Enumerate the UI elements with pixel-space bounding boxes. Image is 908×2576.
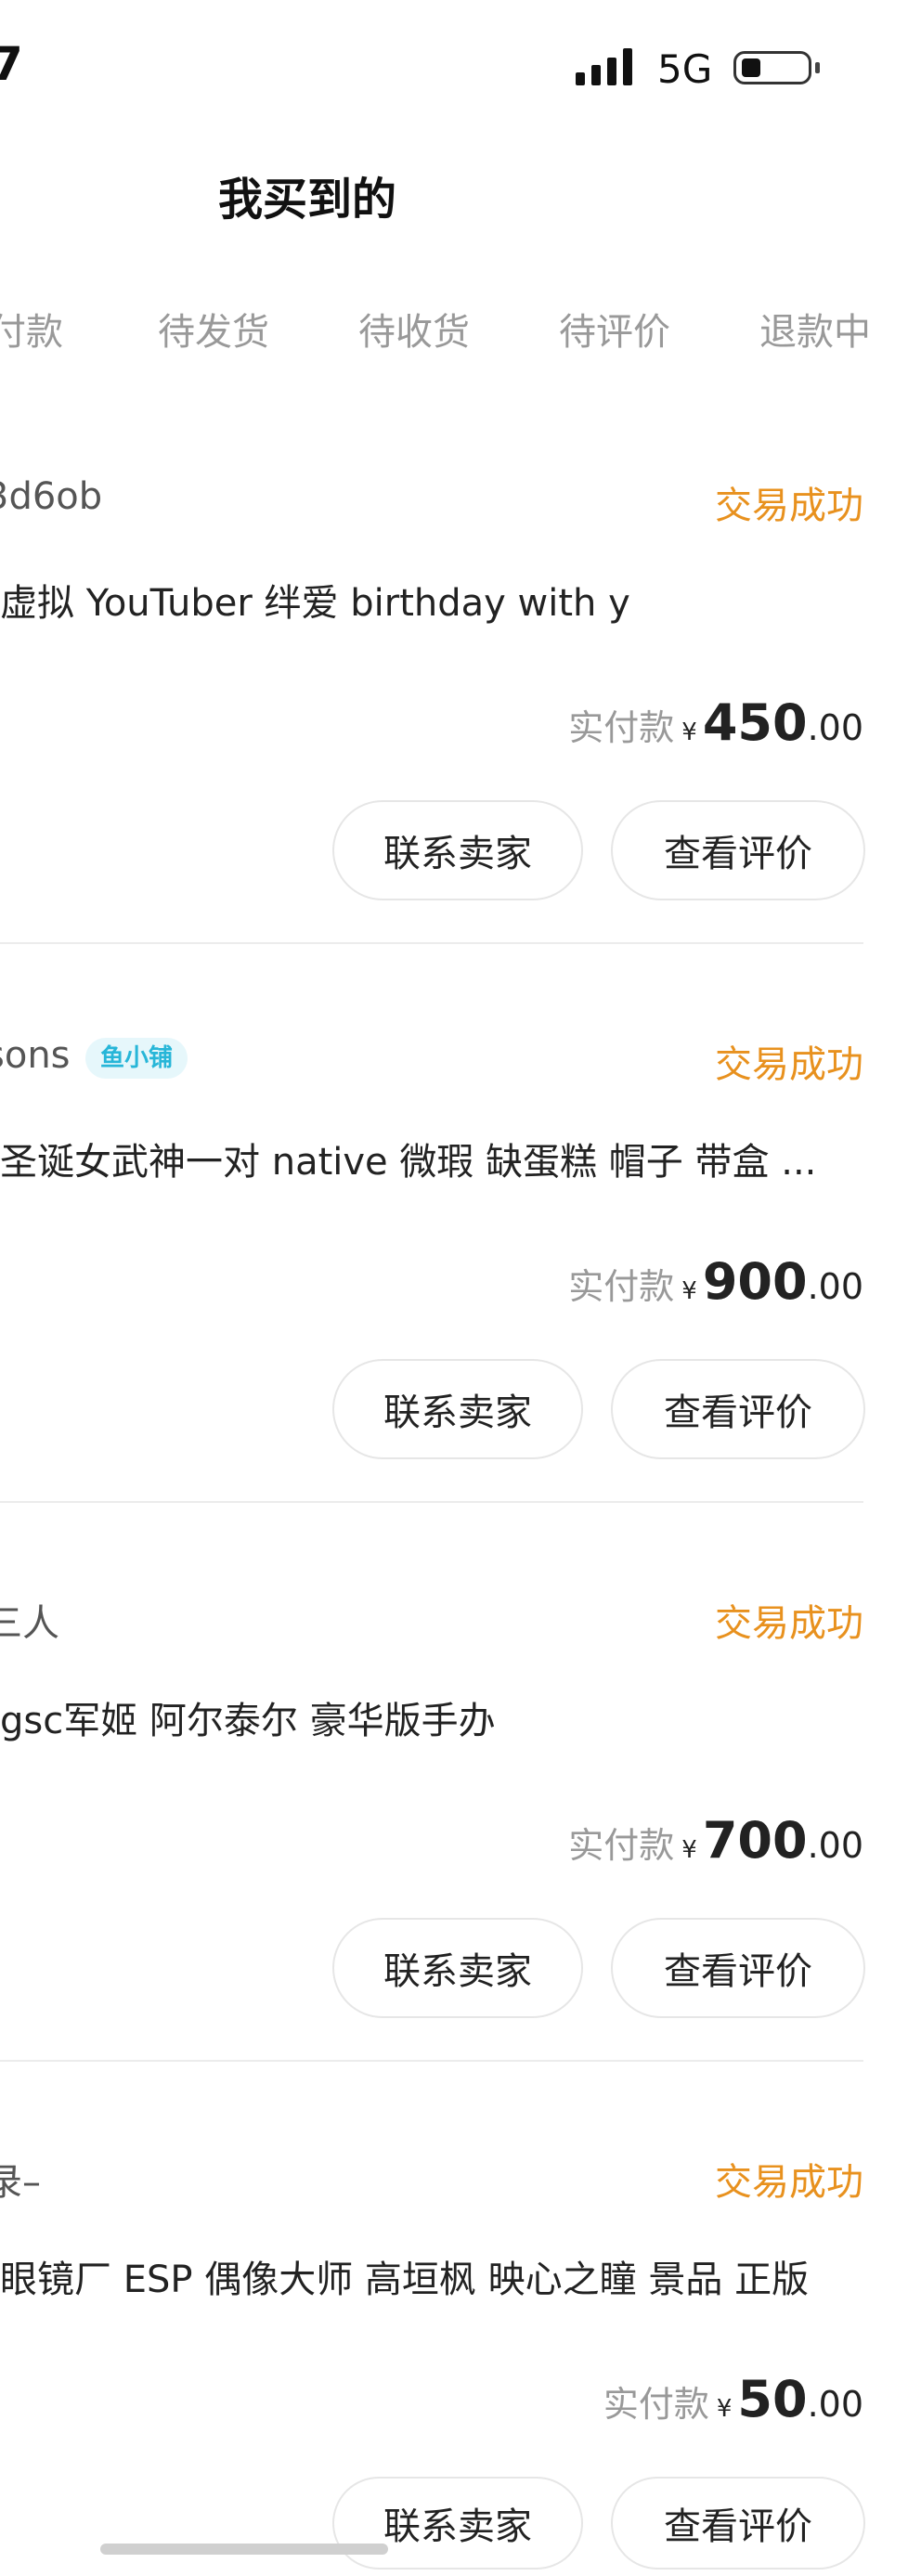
status-time: 7 bbox=[0, 37, 23, 91]
paid-label: 实付款 bbox=[568, 707, 675, 748]
price-integer: 700 bbox=[702, 1811, 808, 1870]
paid-amount: 实付款 ¥ 900 .00 bbox=[568, 1252, 863, 1311]
price-decimal: .00 bbox=[807, 707, 863, 748]
shop-name[interactable]: sons bbox=[0, 1034, 71, 1077]
contact-seller-button[interactable]: 联系卖家 bbox=[332, 1359, 583, 1459]
price-integer: 50 bbox=[737, 2370, 808, 2428]
price-decimal: .00 bbox=[807, 1825, 863, 1866]
divider bbox=[0, 1501, 863, 1503]
paid-label: 实付款 bbox=[568, 1266, 675, 1307]
battery-cap-icon bbox=[815, 62, 820, 73]
paid-amount: 实付款 ¥ 450 .00 bbox=[568, 693, 863, 752]
home-indicator[interactable] bbox=[100, 2544, 388, 2555]
shop-name[interactable]: 3d6ob bbox=[0, 475, 102, 518]
price-decimal: .00 bbox=[807, 2384, 863, 2425]
shop-badge: 鱼小铺 bbox=[85, 1038, 188, 1079]
network-type: 5G bbox=[657, 46, 713, 92]
paid-amount: 实付款 ¥ 50 .00 bbox=[603, 2370, 863, 2428]
tab-refunding[interactable]: 退款中 bbox=[759, 302, 871, 356]
paid-label: 实付款 bbox=[568, 1825, 675, 1866]
price-integer: 900 bbox=[702, 1252, 808, 1311]
price-integer: 450 bbox=[702, 693, 808, 752]
battery-icon bbox=[733, 51, 811, 84]
currency-symbol: ¥ bbox=[681, 718, 697, 746]
paid-label: 实付款 bbox=[603, 2384, 709, 2425]
divider bbox=[0, 2060, 863, 2062]
item-title[interactable]: 圣诞女武神一对 native 微瑕 缺蛋糕 帽子 带盒 ... bbox=[0, 1132, 863, 1185]
tab-to-review[interactable]: 待评价 bbox=[559, 302, 670, 356]
contact-seller-button[interactable]: 联系卖家 bbox=[332, 800, 583, 900]
view-review-button[interactable]: 查看评价 bbox=[611, 2477, 865, 2570]
currency-symbol: ¥ bbox=[681, 1277, 697, 1305]
order-status: 交易成功 bbox=[715, 1043, 863, 1086]
divider bbox=[0, 942, 863, 944]
shop-name[interactable]: 录– bbox=[0, 2152, 41, 2206]
view-review-button[interactable]: 查看评价 bbox=[611, 800, 865, 900]
shop-name[interactable]: 三人 bbox=[0, 1593, 59, 1647]
item-title[interactable]: 眼镜厂 ESP 偶像大师 高垣枫 映心之瞳 景品 正版 bbox=[0, 2249, 863, 2303]
contact-seller-button[interactable]: 联系卖家 bbox=[332, 2477, 583, 2570]
order-status: 交易成功 bbox=[715, 1602, 863, 1645]
price-decimal: .00 bbox=[807, 1266, 863, 1307]
item-title[interactable]: gsc军姬 阿尔泰尔 豪华版手办 bbox=[0, 1690, 863, 1744]
order-tabs: 付款 待发货 待收货 待评价 退款中 bbox=[0, 302, 908, 357]
view-review-button[interactable]: 查看评价 bbox=[611, 1359, 865, 1459]
item-title[interactable]: 虚拟 YouTuber 绊爱 birthday with y bbox=[0, 573, 863, 627]
signal-icon bbox=[576, 48, 632, 85]
tab-pending-payment[interactable]: 付款 bbox=[0, 302, 63, 356]
currency-symbol: ¥ bbox=[681, 1836, 697, 1864]
contact-seller-button[interactable]: 联系卖家 bbox=[332, 1918, 583, 2018]
order-status: 交易成功 bbox=[715, 485, 863, 527]
paid-amount: 实付款 ¥ 700 .00 bbox=[568, 1811, 863, 1870]
view-review-button[interactable]: 查看评价 bbox=[611, 1918, 865, 2018]
currency-symbol: ¥ bbox=[716, 2395, 733, 2423]
page-title: 我买到的 bbox=[218, 174, 397, 226]
tab-to-receive[interactable]: 待收货 bbox=[358, 302, 470, 356]
order-status: 交易成功 bbox=[715, 2161, 863, 2204]
tab-to-ship[interactable]: 待发货 bbox=[158, 302, 269, 356]
status-bar: 7 5G bbox=[0, 0, 908, 139]
